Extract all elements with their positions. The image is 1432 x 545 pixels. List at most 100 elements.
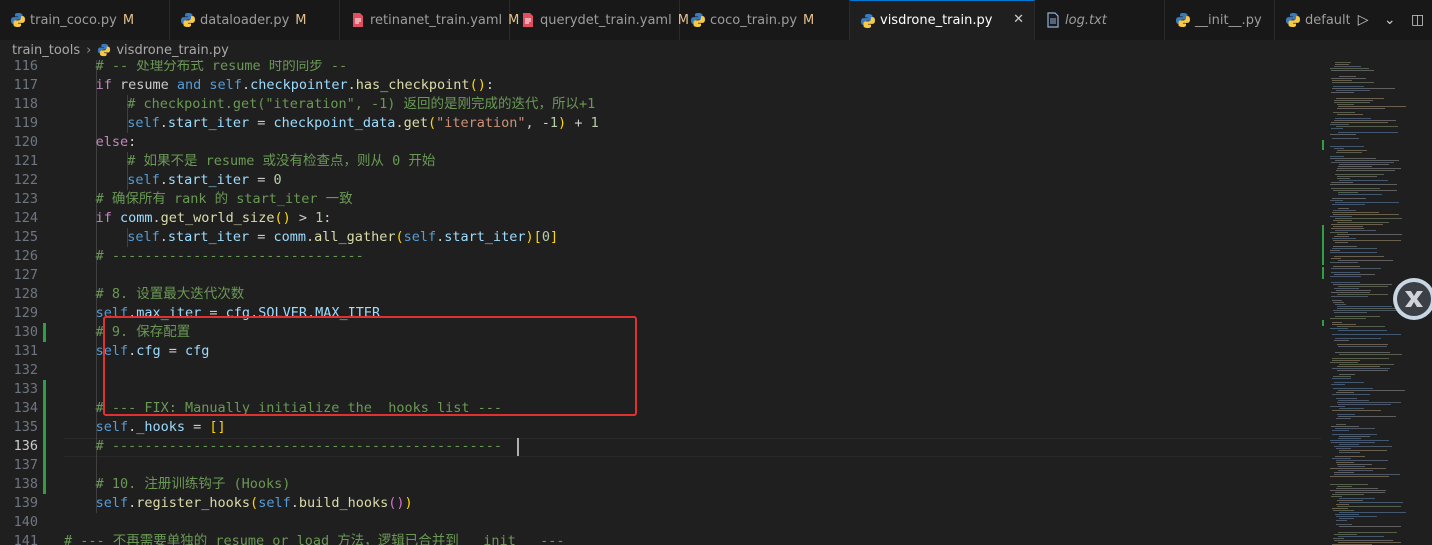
minimap-line [1335,218,1402,219]
code-line[interactable]: 128 # 8. 设置最大迭代次数 [0,285,1322,304]
minimap-line [1335,514,1359,515]
code-editor[interactable]: 116 # -- 处理分布式 resume 时的同步 -- 117 if resume… [0,60,1322,545]
minimap-line [1337,414,1355,415]
code-line[interactable]: 137 [0,456,1322,475]
code-token: = [185,419,210,435]
minimap-line [1335,492,1385,493]
minimap-line [1334,446,1392,447]
code-line[interactable]: 126 # ------------------------------- [0,247,1322,266]
close-icon[interactable]: ✕ [1013,12,1024,27]
code-line[interactable]: 122 self.start_iter = 0 [0,171,1322,190]
git-added-marker[interactable] [43,437,46,456]
minimap-line [1331,496,1342,497]
tab-log-txt[interactable]: log.txt [1035,0,1165,40]
code-line[interactable]: 116 # -- 处理分布式 resume 时的同步 -- [0,60,1322,76]
minimap-line [1337,326,1385,327]
code-text: if comm.get_world_size() > 1: [96,209,332,228]
minimap-line [1339,354,1402,355]
minimap-line [1331,442,1375,443]
code-token: ] [549,229,559,245]
minimap-line [1336,126,1398,127]
tab-train-coco-py[interactable]: train_coco.py M [0,0,170,40]
minimap-line [1335,316,1380,317]
code-line[interactable]: 139 self.register_hooks(self.build_hooks(… [0,494,1322,513]
git-added-marker[interactable] [43,399,46,418]
code-token: () [469,77,486,93]
minimap-line [1337,114,1363,115]
minimap-line [1336,462,1354,463]
breadcrumb-folder[interactable]: train_tools [12,43,80,58]
line-number: 118 [13,96,38,112]
minimap-line [1335,62,1351,63]
minimap-line [1338,416,1396,417]
code-token: [] [209,419,226,435]
minimap-line [1334,288,1359,289]
minimap-line [1335,160,1399,161]
tab-bar: train_coco.py Mdataloader.py Mretinanet_tr… [0,0,1432,41]
minimap-line [1336,398,1357,399]
code-token: = [249,229,274,245]
split-editor-icon[interactable]: ◫ [1411,12,1424,28]
minimap-line [1333,246,1357,247]
tab-retinanet-train-yaml[interactable]: retinanet_train.yaml M [340,0,519,40]
code-token: self [127,229,160,245]
run-icon[interactable]: ▷ [1358,12,1369,28]
code-line[interactable]: 127 [0,266,1322,285]
git-added-marker[interactable] [43,323,46,342]
tab-visdrone-train-py[interactable]: visdrone_train.py ✕ [850,0,1035,40]
code-line[interactable]: 135 self._hooks = [] [0,418,1322,437]
indent-guide [95,171,97,190]
code-line[interactable]: 117 if resume and self.checkpointer.has_c… [0,76,1322,95]
chevron-down-icon[interactable]: ⌄ [1384,12,1396,28]
code-line[interactable]: 141 # --- 不再需要单独的 resume or load 方法，逻辑已合并… [0,532,1322,545]
minimap-line [1330,216,1352,217]
minimap-line [1332,334,1401,335]
minimap-line [1339,512,1406,513]
minimap-line [1332,322,1342,323]
code-line[interactable]: 136 # -----------------------------------… [0,437,1322,456]
tab-querydet-train-yaml[interactable]: querydet_train.yaml M [510,0,689,40]
minimap-line [1337,178,1350,179]
code-token: # 10. 注册训练钩子 (Hooks) [95,476,291,492]
minimap-line [1336,170,1395,171]
code-token: start_iter [444,229,526,245]
minimap-line [1332,360,1360,361]
git-added-marker[interactable] [43,475,46,494]
code-line[interactable]: 123 # 确保所有 rank 的 start_iter 一致 [0,190,1322,209]
code-token: self [95,419,129,435]
minimap-line [1336,488,1378,489]
code-line[interactable]: 121 # 如果不是 resume 或没有检查点，则从 0 开始 [0,152,1322,171]
tab-label: train_coco.py [30,12,117,28]
code-line[interactable]: 138 # 10. 注册训练钩子 (Hooks) [0,475,1322,494]
minimap-line [1335,174,1384,175]
minimap-line [1335,118,1371,119]
line-number: 123 [13,191,38,207]
text-cursor [517,438,519,456]
code-line[interactable]: 140 [0,513,1322,532]
breadcrumb-file[interactable]: visdrone_train.py [116,43,228,58]
tab-coco-train-py[interactable]: coco_train.py M [680,0,850,40]
code-line[interactable]: 124 if comm.get_world_size() > 1: [0,209,1322,228]
indent-guide [95,228,97,247]
code-line[interactable]: 118 # checkpoint.get("iteration", -1) 返回的… [0,95,1322,114]
tab-init-py[interactable]: __init__.py [1165,0,1275,40]
git-added-marker[interactable] [43,380,46,399]
tab-dataloader-py[interactable]: dataloader.py M [170,0,340,40]
minimap-line [1332,80,1352,81]
code-line[interactable]: 120 else: [0,133,1322,152]
code-token: if [95,210,112,226]
minimap-line [1332,300,1342,301]
indent-guide [95,361,97,380]
git-added-marker[interactable] [43,456,46,475]
assistant-avatar-icon[interactable] [1391,274,1432,324]
minimap-line [1331,426,1359,427]
minimap-line [1330,328,1348,329]
git-added-marker[interactable] [43,418,46,437]
minimap-line [1334,256,1384,257]
code-line[interactable]: 125 self.start_iter = comm.all_gather(sel… [0,228,1322,247]
minimap-line [1338,166,1372,167]
minimap-line [1336,520,1347,521]
minimap-line [1330,484,1368,485]
code-line[interactable]: 119 self.start_iter = checkpoint_data.get… [0,114,1322,133]
code-token: self [403,229,437,245]
